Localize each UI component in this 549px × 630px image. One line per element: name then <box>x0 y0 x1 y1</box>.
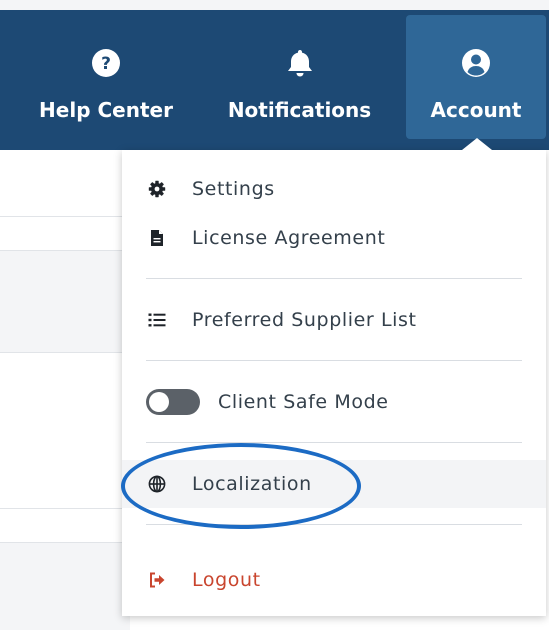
menu-item-client-safe-mode[interactable]: Client Safe Mode <box>122 380 546 424</box>
account-button[interactable]: Account <box>406 15 546 139</box>
menu-item-label: Preferred Supplier List <box>192 309 417 331</box>
notifications-label: Notifications <box>227 98 372 122</box>
account-dropdown-menu: Settings License Agreement Preferred Sup… <box>122 150 546 616</box>
menu-item-logout[interactable]: Logout <box>122 558 546 602</box>
toggle-knob <box>149 392 169 412</box>
menu-item-label: Client Safe Mode <box>218 391 389 413</box>
help-center-label: Help Center <box>39 98 173 122</box>
help-center-button[interactable]: ? Help Center <box>22 10 190 150</box>
document-icon <box>151 230 163 246</box>
help-circle-icon: ? <box>92 49 120 77</box>
globe-icon <box>148 475 166 493</box>
menu-item-license-agreement[interactable]: License Agreement <box>122 216 546 260</box>
gear-icon <box>148 180 166 198</box>
bell-icon <box>287 50 312 77</box>
page-row-band <box>0 542 130 630</box>
menu-item-preferred-supplier-list[interactable]: Preferred Supplier List <box>122 298 546 342</box>
svg-text:?: ? <box>101 54 111 74</box>
page-row-band <box>0 250 130 352</box>
menu-divider <box>146 278 522 279</box>
menu-item-localization[interactable]: Localization <box>122 460 546 508</box>
menu-item-settings[interactable]: Settings <box>122 167 546 211</box>
dropdown-caret <box>462 138 492 150</box>
menu-item-label: License Agreement <box>192 227 386 249</box>
list-icon <box>148 313 166 327</box>
menu-divider <box>146 442 522 443</box>
account-label: Account <box>430 98 522 122</box>
menu-item-label: Logout <box>192 569 261 591</box>
page-divider <box>0 508 130 509</box>
client-safe-mode-toggle[interactable] <box>146 389 200 415</box>
menu-divider <box>146 524 522 525</box>
menu-item-label: Localization <box>192 473 312 495</box>
sign-out-icon <box>150 572 165 588</box>
page-divider <box>0 250 130 251</box>
top-navigation-bar: ? Help Center Notifications Account <box>0 10 549 150</box>
page-divider <box>0 216 130 217</box>
page-divider <box>0 542 130 543</box>
page-divider <box>0 352 130 353</box>
menu-divider <box>146 360 522 361</box>
menu-item-label: Settings <box>192 178 275 200</box>
user-circle-icon <box>462 49 490 77</box>
notifications-button[interactable]: Notifications <box>212 10 387 150</box>
